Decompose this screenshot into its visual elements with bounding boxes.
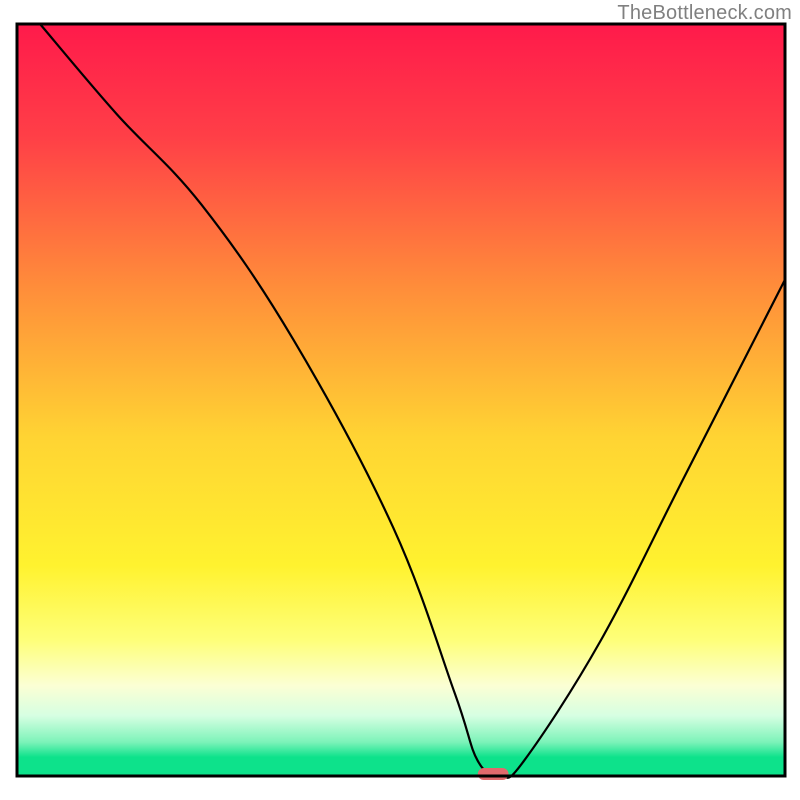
plot-background	[17, 24, 785, 776]
bottleneck-chart	[0, 0, 800, 800]
attribution-text: TheBottleneck.com	[617, 2, 792, 25]
chart-container: TheBottleneck.com	[0, 0, 800, 800]
optimal-marker	[478, 768, 509, 780]
